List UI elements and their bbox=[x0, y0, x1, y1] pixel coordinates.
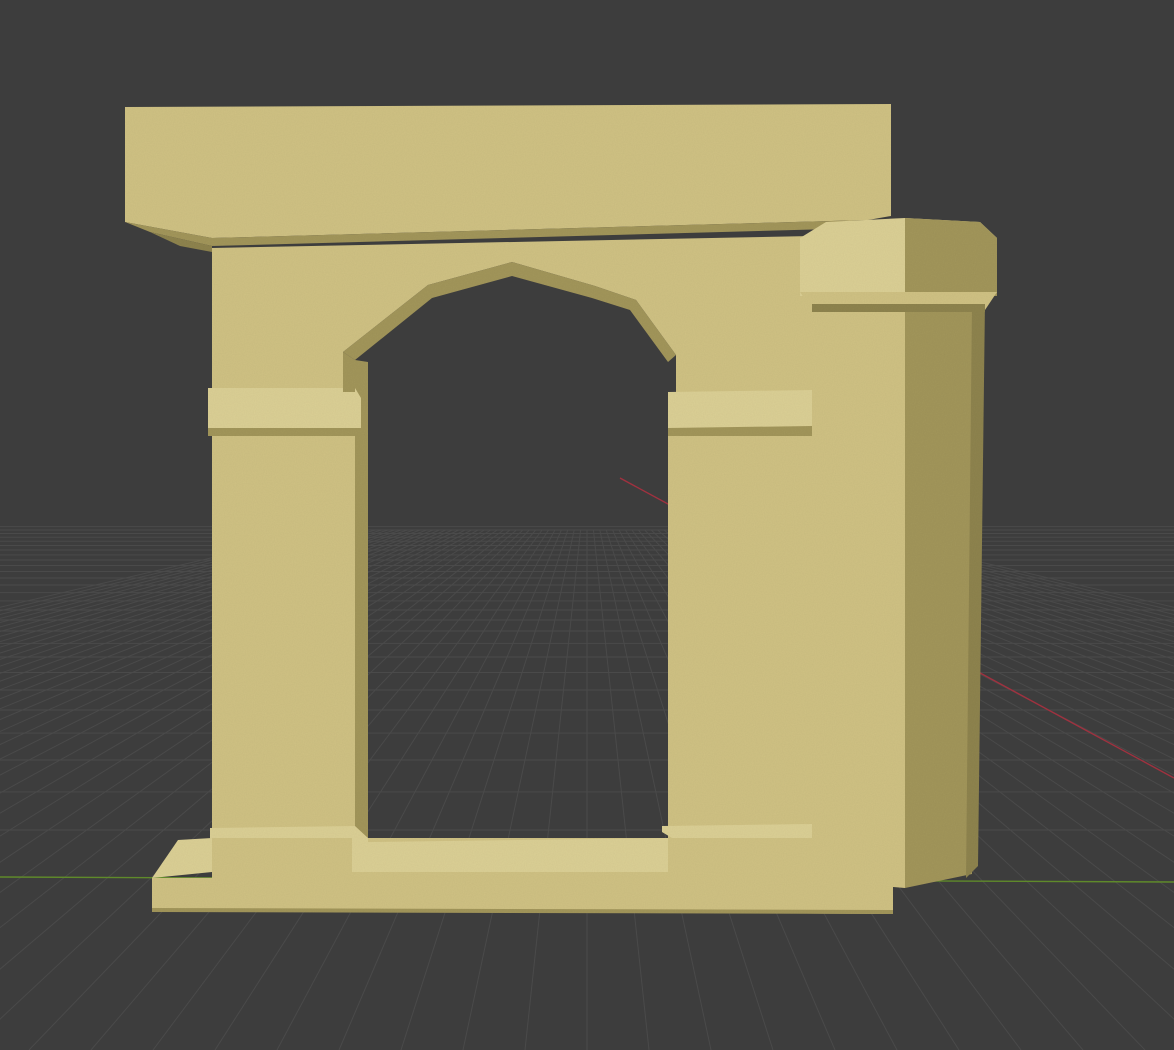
lintel-slab[interactable] bbox=[125, 104, 891, 252]
grid-line bbox=[338, 529, 562, 1050]
stone-archway-model[interactable] bbox=[125, 104, 997, 914]
threshold-step[interactable] bbox=[352, 838, 668, 872]
viewport-canvas[interactable] bbox=[0, 0, 1174, 1050]
3d-viewport[interactable] bbox=[0, 0, 1174, 1050]
floor-grid bbox=[0, 526, 1174, 1050]
grid-line bbox=[524, 529, 582, 1050]
octagonal-column[interactable] bbox=[800, 218, 997, 888]
grid-line bbox=[592, 529, 650, 1050]
grid-line bbox=[462, 529, 575, 1050]
grid-line bbox=[400, 529, 569, 1050]
